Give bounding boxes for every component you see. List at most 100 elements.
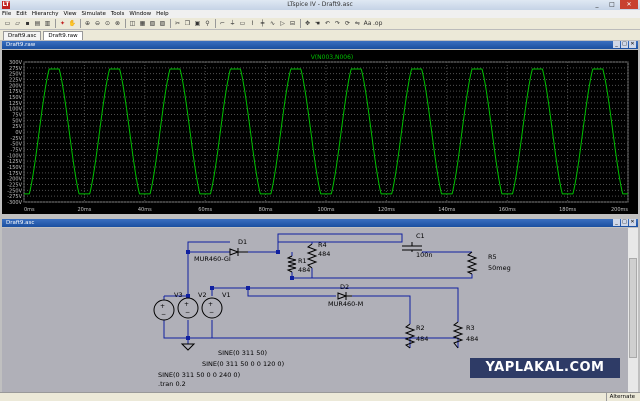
x-tick-label: 60ms [198, 207, 212, 213]
trace-label[interactable]: V(N003,N006) [311, 54, 354, 61]
print-setup-icon[interactable]: ▤ [33, 19, 42, 28]
spice-directive-icon[interactable]: .op [373, 19, 382, 28]
wire[interactable] [277, 233, 403, 243]
r1-value[interactable]: 484 [298, 266, 310, 274]
ground-icon[interactable] [180, 343, 196, 351]
waveform-minimize-button[interactable]: _ [613, 41, 620, 48]
wire-icon[interactable]: ⌐ [218, 19, 227, 28]
resistor-icon[interactable]: ⌇ [248, 19, 257, 28]
c1-label[interactable]: C1 [416, 232, 425, 240]
v1-label[interactable]: V1 [222, 291, 231, 299]
r3-value[interactable]: 484 [466, 335, 478, 343]
diode-d2-symbol[interactable] [337, 292, 348, 300]
v3-label[interactable]: V3 [174, 291, 183, 299]
wire[interactable] [212, 337, 411, 348]
waveform-close-button[interactable]: ✕ [629, 41, 636, 48]
zoom-in-icon[interactable]: ⊕ [83, 19, 92, 28]
halt-icon[interactable]: ✋ [68, 19, 77, 28]
undo-icon[interactable]: ↶ [323, 19, 332, 28]
tile-horiz-icon[interactable]: ▧ [148, 19, 157, 28]
tab-draft9-asc[interactable]: Draft9.asc [3, 31, 42, 40]
r3-label[interactable]: R3 [466, 324, 475, 332]
menu-help[interactable]: Help [156, 11, 169, 17]
waveform-plot[interactable]: V(N003,N006) 300V 275V 250V 225V 200V 175V 150… [2, 50, 638, 214]
zoom-all-icon[interactable]: ⊗ [113, 19, 122, 28]
zoom-fit-icon[interactable]: ⊙ [103, 19, 112, 28]
r5-label[interactable]: R5 [488, 253, 497, 261]
resistor-r4[interactable] [306, 243, 318, 269]
waveform-maximize-button[interactable]: □ [621, 41, 628, 48]
menu-window[interactable]: Window [129, 11, 151, 17]
menu-file[interactable]: File [2, 11, 11, 17]
schematic-maximize-button[interactable]: □ [621, 219, 628, 226]
wire[interactable] [304, 241, 313, 244]
v2-source-spec[interactable]: SINE(0 311 50 0 0 120 0) [202, 360, 284, 368]
autoscale-icon[interactable]: ◫ [128, 19, 137, 28]
drag-icon[interactable]: ☚ [313, 19, 322, 28]
waveform-chart[interactable]: V(N003,N006) 300V275V250V225V200V175V150… [2, 50, 638, 214]
v2-label[interactable]: V2 [198, 291, 207, 299]
paste-icon[interactable]: ▣ [193, 19, 202, 28]
menu-tools[interactable]: Tools [111, 11, 125, 17]
cascade-icon[interactable]: ▨ [158, 19, 167, 28]
run-icon[interactable]: ✦ [58, 19, 67, 28]
resistor-r1[interactable] [286, 255, 297, 273]
move-icon[interactable]: ✥ [303, 19, 312, 28]
menu-view[interactable]: View [63, 11, 76, 17]
toolbar-separator [215, 19, 216, 28]
d2-label[interactable]: D2 [340, 283, 349, 291]
resistor-r5[interactable] [466, 251, 478, 275]
menu-edit[interactable]: Edit [16, 11, 27, 17]
c1-value[interactable]: 100n [416, 251, 433, 259]
wire[interactable] [247, 288, 336, 297]
waveform-window-titlebar[interactable]: Draft9.raw _ □ ✕ [2, 41, 638, 49]
minimize-button[interactable]: _ [590, 0, 604, 9]
scrollbar-thumb[interactable] [629, 258, 637, 358]
r4-label[interactable]: R4 [318, 241, 327, 249]
r2-label[interactable]: R2 [416, 324, 425, 332]
save-icon[interactable]: ▪ [23, 19, 32, 28]
v3-source-spec[interactable]: SINE(0 311 50 0 0 240 0) [158, 371, 240, 379]
ground-icon[interactable]: ⏚ [228, 19, 237, 28]
menu-simulate[interactable]: Simulate [82, 11, 106, 17]
r4-value[interactable]: 484 [318, 250, 330, 258]
d1-model-label[interactable]: MUR460-GI [194, 255, 231, 263]
open-icon[interactable]: ▭ [3, 19, 12, 28]
schematic-close-button[interactable]: ✕ [629, 219, 636, 226]
mirror-icon[interactable]: ⇋ [353, 19, 362, 28]
v1-source-spec[interactable]: SINE(0 311 50) [218, 349, 267, 357]
capacitor-icon[interactable]: ╪ [258, 19, 267, 28]
open-folder-icon[interactable]: ▱ [13, 19, 22, 28]
cut-icon[interactable]: ✂ [173, 19, 182, 28]
text-icon[interactable]: Aa [363, 19, 372, 28]
tile-vert-icon[interactable]: ▦ [138, 19, 147, 28]
r1-label[interactable]: R1 [298, 257, 307, 265]
print-icon[interactable]: ▥ [43, 19, 52, 28]
diode-d1-symbol[interactable] [229, 248, 240, 256]
inductor-icon[interactable]: ∿ [268, 19, 277, 28]
zoom-out-icon[interactable]: ⊖ [93, 19, 102, 28]
schematic-vertical-scrollbar[interactable] [628, 228, 638, 392]
d2-model-label[interactable]: MUR460-M [328, 300, 363, 308]
menu-hierarchy[interactable]: Hierarchy [32, 11, 59, 17]
copy-icon[interactable]: ❐ [183, 19, 192, 28]
wire[interactable] [187, 241, 230, 252]
label-icon[interactable]: ▭ [238, 19, 247, 28]
toolbar: ▭ ▱ ▪ ▤ ▥ ✦ ✋ ⊕ ⊖ ⊙ ⊗ ◫ ▦ ▧ ▨ ✂ ❐ ▣ ⚲ ⌐ … [0, 18, 640, 30]
tab-draft9-raw[interactable]: Draft9.raw [43, 31, 83, 40]
maximize-button[interactable]: □ [605, 0, 619, 9]
redo-icon[interactable]: ↷ [333, 19, 342, 28]
d1-label[interactable]: D1 [238, 238, 247, 246]
schematic-minimize-button[interactable]: _ [613, 219, 620, 226]
tran-directive[interactable]: .tran 0.2 [158, 380, 186, 388]
find-icon[interactable]: ⚲ [203, 19, 212, 28]
r5-value[interactable]: 50meg [488, 264, 511, 272]
close-window-button[interactable]: ✕ [620, 0, 638, 9]
wire[interactable] [163, 320, 189, 344]
component-icon[interactable]: ⊟ [288, 19, 297, 28]
wire[interactable] [292, 274, 473, 279]
r2-value[interactable]: 484 [416, 335, 428, 343]
diode-icon[interactable]: ▷ [278, 19, 287, 28]
rotate-icon[interactable]: ⟳ [343, 19, 352, 28]
schematic-window-titlebar[interactable]: Draft9.asc _ □ ✕ [2, 219, 638, 227]
